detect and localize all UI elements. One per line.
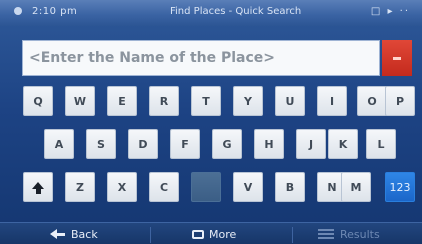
key-j[interactable]: J <box>296 129 326 159</box>
key-m[interactable]: M <box>341 172 371 202</box>
key-q[interactable]: Q <box>23 86 53 116</box>
key-r[interactable]: R <box>149 86 179 116</box>
status-time: 2:10 pm <box>32 6 78 17</box>
results-button[interactable]: Results <box>318 223 380 244</box>
key-o[interactable]: O <box>357 86 387 116</box>
key-y[interactable]: Y <box>233 86 263 116</box>
list-icon <box>318 229 334 239</box>
key-l[interactable]: L <box>366 129 396 159</box>
key-a[interactable]: A <box>44 129 74 159</box>
key-p[interactable]: P <box>385 86 415 116</box>
key-t[interactable]: T <box>191 86 221 116</box>
backspace-icon <box>393 56 401 60</box>
status-dot-icon <box>14 7 22 15</box>
app-screen: 2:10 pm Find Places - Quick Search □ ▸ ·… <box>0 0 422 244</box>
key-u[interactable]: U <box>275 86 305 116</box>
toolbar-divider <box>292 227 293 243</box>
key-w[interactable]: W <box>65 86 95 116</box>
search-field-container[interactable] <box>22 40 380 76</box>
more-icon <box>192 229 204 239</box>
back-button[interactable]: Back <box>50 223 98 244</box>
back-label: Back <box>71 227 98 241</box>
bottom-toolbar: Back More Results <box>0 222 422 244</box>
key-d[interactable]: D <box>128 129 158 159</box>
key-g[interactable]: G <box>212 129 242 159</box>
screen-title: Find Places - Quick Search <box>170 6 302 17</box>
key-s[interactable]: S <box>86 129 116 159</box>
back-arrow-shaft <box>57 232 65 236</box>
key-e[interactable]: E <box>107 86 137 116</box>
place-name-input[interactable] <box>23 41 379 75</box>
results-label: Results <box>340 227 380 241</box>
key-z[interactable]: Z <box>65 172 95 202</box>
key-h[interactable]: H <box>254 129 284 159</box>
shift-key[interactable] <box>23 172 53 202</box>
more-button[interactable]: More <box>192 223 236 244</box>
numeric-key[interactable]: 123 <box>385 172 415 202</box>
more-label: More <box>209 227 237 241</box>
back-arrow-icon <box>50 229 57 239</box>
toolbar-divider <box>150 227 151 243</box>
key-c[interactable]: C <box>149 172 179 202</box>
key-x[interactable]: X <box>107 172 137 202</box>
key-b[interactable]: B <box>275 172 305 202</box>
shift-stem <box>35 188 41 194</box>
backspace-button[interactable] <box>382 40 412 76</box>
key-k[interactable]: K <box>328 129 358 159</box>
space-key[interactable] <box>191 172 221 202</box>
key-f[interactable]: F <box>170 129 200 159</box>
key-i[interactable]: I <box>317 86 347 116</box>
status-bar: 2:10 pm Find Places - Quick Search □ ▸ ·… <box>0 0 422 26</box>
key-v[interactable]: V <box>233 172 263 202</box>
status-icons: □ ▸ ·· <box>370 6 410 17</box>
